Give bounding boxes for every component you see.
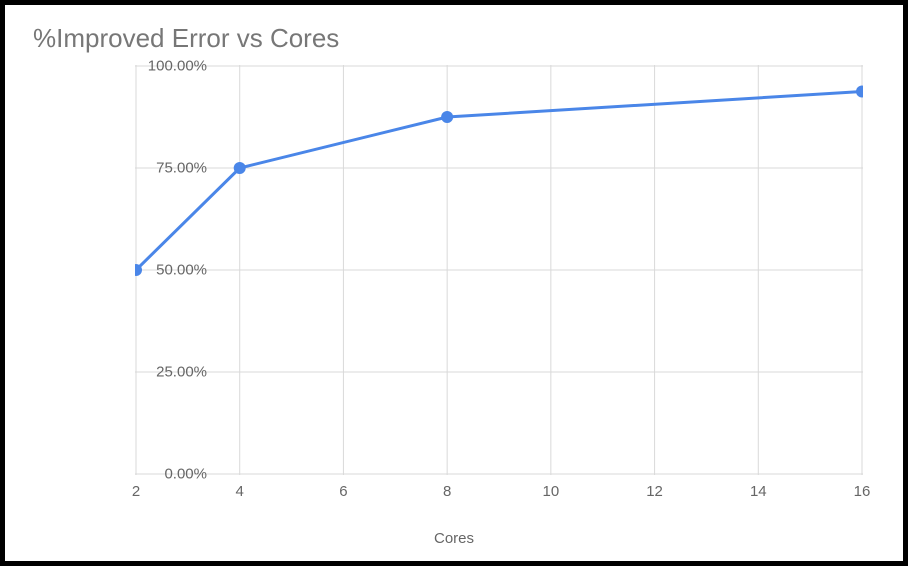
x-tick-label: 2: [132, 483, 140, 500]
x-tick-label: 10: [543, 483, 560, 500]
y-tick-label: 50.00%: [127, 262, 207, 279]
chart-frame: %Improved Error vs Cores 0.00% 25.00% 50.0…: [0, 0, 908, 566]
x-tick-label: 14: [750, 483, 767, 500]
x-tick-label: 4: [236, 483, 244, 500]
x-tick-label: 12: [646, 483, 663, 500]
chart-title: %Improved Error vs Cores: [33, 23, 883, 54]
x-tick-label: 6: [339, 483, 347, 500]
y-tick-label: 0.00%: [127, 466, 207, 483]
y-tick-label: 25.00%: [127, 364, 207, 381]
y-tick-label: 75.00%: [127, 160, 207, 177]
y-tick-label: 100.00%: [127, 58, 207, 75]
chart-area: 0.00%25.00%50.00%75.00%100.00%2468101214…: [35, 65, 873, 521]
x-tick-label: 8: [443, 483, 451, 500]
chart-svg: [135, 65, 863, 475]
x-axis-label: Cores: [434, 530, 474, 547]
x-tick-label: 16: [854, 483, 871, 500]
plot-area: [135, 65, 863, 475]
